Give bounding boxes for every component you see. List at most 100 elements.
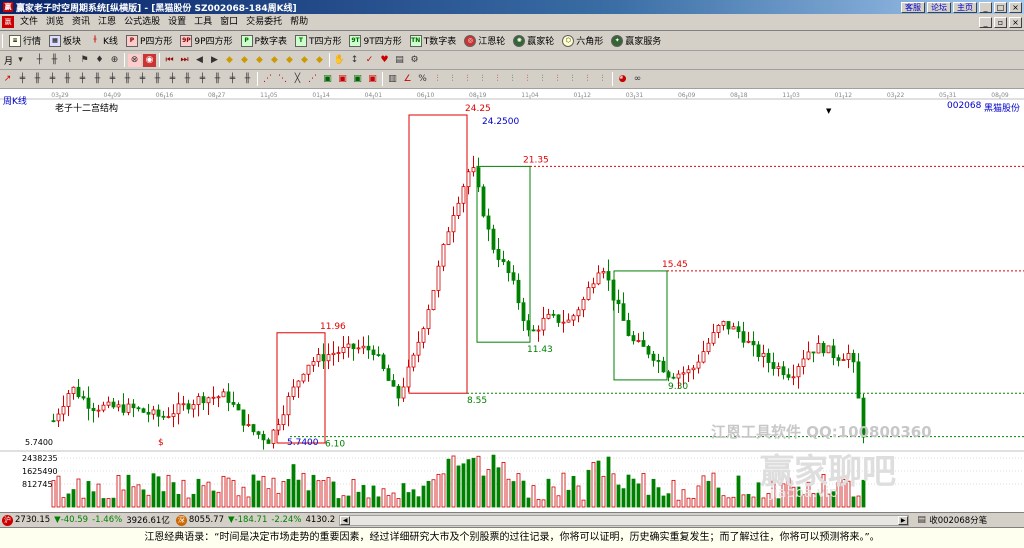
next-icon[interactable]: ⏭: [178, 54, 191, 67]
fib-3-icon[interactable]: ⫶: [461, 73, 474, 86]
rating-icon[interactable]: ♥: [378, 54, 391, 67]
draw-grid-15-icon[interactable]: ╪: [226, 73, 239, 86]
draw-grid-14-icon[interactable]: ╫: [211, 73, 224, 86]
fan-1-icon[interactable]: ⋰: [261, 73, 274, 86]
quote-button[interactable]: ≡ 行情: [5, 32, 45, 49]
fib-4-icon[interactable]: ⫶: [476, 73, 489, 86]
menu-browse[interactable]: 浏览: [42, 15, 68, 30]
menu-window[interactable]: 窗口: [216, 15, 242, 30]
chart-dropdown-icon[interactable]: ▼: [826, 107, 831, 115]
scroll-right-arrow-icon[interactable]: ▶: [898, 515, 909, 525]
menu-file[interactable]: 文件: [16, 15, 42, 30]
diamond-7-icon[interactable]: ◆: [313, 54, 326, 67]
winner-wheel-button[interactable]: ✺ 赢家轮: [509, 32, 558, 49]
bars-icon[interactable]: ┼: [33, 54, 46, 67]
fib-8-icon[interactable]: ⫶: [536, 73, 549, 86]
menu-info[interactable]: 资讯: [68, 15, 94, 30]
percent-icon[interactable]: %: [416, 73, 429, 86]
draw-grid-12-icon[interactable]: ╫: [181, 73, 194, 86]
forum-link[interactable]: 论坛: [927, 1, 951, 13]
chart-area[interactable]: 03-29 04-09 06-16 08-27 11-05 01-14 04-01 06-10…: [0, 89, 1024, 512]
draw-grid-10-icon[interactable]: ╫: [151, 73, 164, 86]
box-3-icon[interactable]: ▣: [351, 73, 364, 86]
draw-grid-6-icon[interactable]: ╫: [91, 73, 104, 86]
fan-3-icon[interactable]: ╳: [291, 73, 304, 86]
9p-square-button[interactable]: 9P 9P四方形: [176, 32, 236, 49]
shanghai-index-icon[interactable]: 沪: [2, 514, 13, 526]
maximize-button[interactable]: □: [994, 1, 1007, 13]
fib-10-icon[interactable]: ⫶: [566, 73, 579, 86]
diamond-4-icon[interactable]: ◆: [268, 54, 281, 67]
draw-grid-4-icon[interactable]: ╫: [61, 73, 74, 86]
fan-2-icon[interactable]: ⋱: [276, 73, 289, 86]
angle-icon[interactable]: ∠: [401, 73, 414, 86]
minimize-button[interactable]: _: [979, 1, 992, 13]
customer-service-link[interactable]: 客服: [901, 1, 925, 13]
menu-settings[interactable]: 设置: [164, 15, 190, 30]
box-4-icon[interactable]: ▣: [366, 73, 379, 86]
fib-7-icon[interactable]: ⫶: [521, 73, 534, 86]
sector-button[interactable]: ▦ 板块: [45, 32, 85, 49]
infinity-icon[interactable]: ∞: [631, 73, 644, 86]
menu-formula[interactable]: 公式选股: [120, 15, 164, 30]
line-chart-icon[interactable]: ⌇: [63, 54, 76, 67]
candles-icon[interactable]: ╫: [48, 54, 61, 67]
pin-icon[interactable]: ⊕: [108, 54, 121, 67]
draw-grid-8-icon[interactable]: ╫: [121, 73, 134, 86]
fib-6-icon[interactable]: ⫶: [506, 73, 519, 86]
settings-icon[interactable]: ⚙: [408, 54, 421, 67]
box-1-icon[interactable]: ▣: [321, 73, 334, 86]
p-square-button[interactable]: P P四方形: [122, 32, 176, 49]
kline-button[interactable]: ╫ K线: [85, 32, 122, 49]
mdi-restore-button[interactable]: ▫: [994, 16, 1007, 28]
color-picker-icon[interactable]: ◉: [143, 53, 157, 67]
fib-5-icon[interactable]: ⫶: [491, 73, 504, 86]
fib-9-icon[interactable]: ⫶: [551, 73, 564, 86]
menu-trade[interactable]: 交易委托: [242, 15, 286, 30]
check-icon[interactable]: ✓: [363, 54, 376, 67]
scale-icon[interactable]: ▶: [208, 54, 221, 67]
draw-grid-5-icon[interactable]: ╪: [76, 73, 89, 86]
fib-12-icon[interactable]: ⫶: [596, 73, 609, 86]
diamond-1-icon[interactable]: ◆: [223, 54, 236, 67]
draw-grid-2-icon[interactable]: ╫: [31, 73, 44, 86]
fan-4-icon[interactable]: ⋰: [306, 73, 319, 86]
fib-11-icon[interactable]: ⫶: [581, 73, 594, 86]
measure-icon[interactable]: ▥: [386, 73, 399, 86]
draw-grid-11-icon[interactable]: ╪: [166, 73, 179, 86]
gann-wheel-button[interactable]: ◎ 江恩轮: [460, 32, 509, 49]
scroll-left-arrow-icon[interactable]: ◀: [340, 515, 351, 525]
diamond-6-icon[interactable]: ◆: [298, 54, 311, 67]
draw-grid-1-icon[interactable]: ╪: [16, 73, 29, 86]
document-icon[interactable]: ▤: [393, 54, 406, 67]
color-wheel-icon[interactable]: ◕: [616, 73, 629, 86]
9t-square-button[interactable]: 9T 9T四方形: [345, 32, 405, 49]
hand-icon[interactable]: ✋: [333, 54, 346, 67]
p-number-table-button[interactable]: P P数字表: [237, 32, 291, 49]
draw-line-icon[interactable]: ↗: [1, 73, 14, 86]
draw-grid-16-icon[interactable]: ╫: [241, 73, 254, 86]
menu-gann[interactable]: 江恩: [94, 15, 120, 30]
diamond-2-icon[interactable]: ◆: [238, 54, 251, 67]
flag-icon[interactable]: ⚑: [78, 54, 91, 67]
vertical-line-icon[interactable]: ↕: [348, 54, 361, 67]
diamond-3-icon[interactable]: ◆: [253, 54, 266, 67]
chart-scrollbar[interactable]: ◀ ▶: [339, 514, 910, 526]
marker-icon[interactable]: ♦: [93, 54, 106, 67]
draw-grid-13-icon[interactable]: ╪: [196, 73, 209, 86]
shenzhen-index-icon[interactable]: 深: [175, 514, 187, 526]
t-square-button[interactable]: T T四方形: [291, 32, 346, 49]
mdi-close-button[interactable]: ×: [1009, 16, 1022, 28]
zoom-icon[interactable]: ⊗: [128, 53, 142, 67]
hexagon-button[interactable]: ⬡ 六角形: [558, 32, 607, 49]
mdi-minimize-button[interactable]: _: [979, 16, 992, 28]
box-2-icon[interactable]: ▣: [336, 73, 349, 86]
fib-2-icon[interactable]: ⫶: [446, 73, 459, 86]
first-icon[interactable]: ⏮: [163, 54, 176, 67]
app-menu-icon[interactable]: 赢: [2, 16, 14, 28]
draw-grid-7-icon[interactable]: ╪: [106, 73, 119, 86]
tick-detail-text[interactable]: 收002068分笔: [929, 514, 987, 526]
tick-detail-icon[interactable]: ▤: [915, 514, 928, 527]
period-dropdown[interactable]: 月 ▾: [0, 52, 32, 69]
close-button[interactable]: ×: [1009, 1, 1022, 13]
